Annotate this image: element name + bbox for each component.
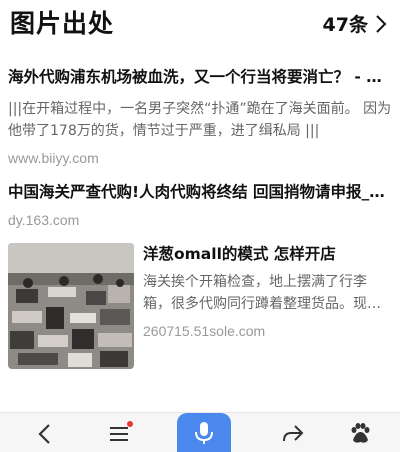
page-title: 图片出处 [10,9,115,38]
result-url[interactable]: www.biiyy.com [8,148,392,168]
result-snippet: 海关挨个开箱检查，地上摆满了行李箱，很多代购同行蹲着整理货品。现… [143,274,381,312]
result-url[interactable]: 260715.51sole.com [143,321,392,341]
result-title[interactable]: 中国海关严查代购!人肉代购将终结 回国捎物请申报_… [8,181,392,203]
share-icon [283,425,304,442]
bottom-toolbar [0,412,400,452]
result-thumbnail[interactable] [8,243,134,369]
search-result[interactable]: 中国海关严查代购!人肉代购将终结 回国捎物请申报_… dy.163.com [8,181,392,230]
header: 图片出处 47条 [0,0,400,46]
back-icon [38,424,50,444]
back-button[interactable] [30,419,60,449]
menu-button[interactable] [105,419,135,449]
share-button[interactable] [278,419,308,449]
thumbnail-image [8,243,134,369]
result-title[interactable]: 海外代购浦东机场被血洗，又一个行当将要消亡？ - … [8,66,392,88]
result-title[interactable]: 洋葱omall的模式 怎样开店 [143,243,392,265]
microphone-icon [195,422,213,444]
baidu-home-button[interactable] [345,419,375,449]
menu-icon [110,427,128,441]
result-snippet: |||在开箱过程中，一名男子突然“扑通”跪在了海关面前。 因为他带了178万的货… [8,101,392,139]
result-count: 47条 [322,14,368,36]
voice-search-button[interactable] [177,413,231,452]
result-count-link[interactable]: 47条 [323,10,388,37]
search-result[interactable]: 洋葱omall的模式 怎样开店 海关挨个开箱检查，地上摆满了行李箱，很多代购同行… [8,243,392,371]
search-result[interactable]: 海外代购浦东机场被血洗，又一个行当将要消亡？ - … |||在开箱过程中，一名男… [8,66,392,168]
chevron-right-icon [376,14,387,33]
baidu-paw-icon [351,423,370,443]
result-url[interactable]: dy.163.com [8,210,392,230]
notification-dot [127,421,133,427]
